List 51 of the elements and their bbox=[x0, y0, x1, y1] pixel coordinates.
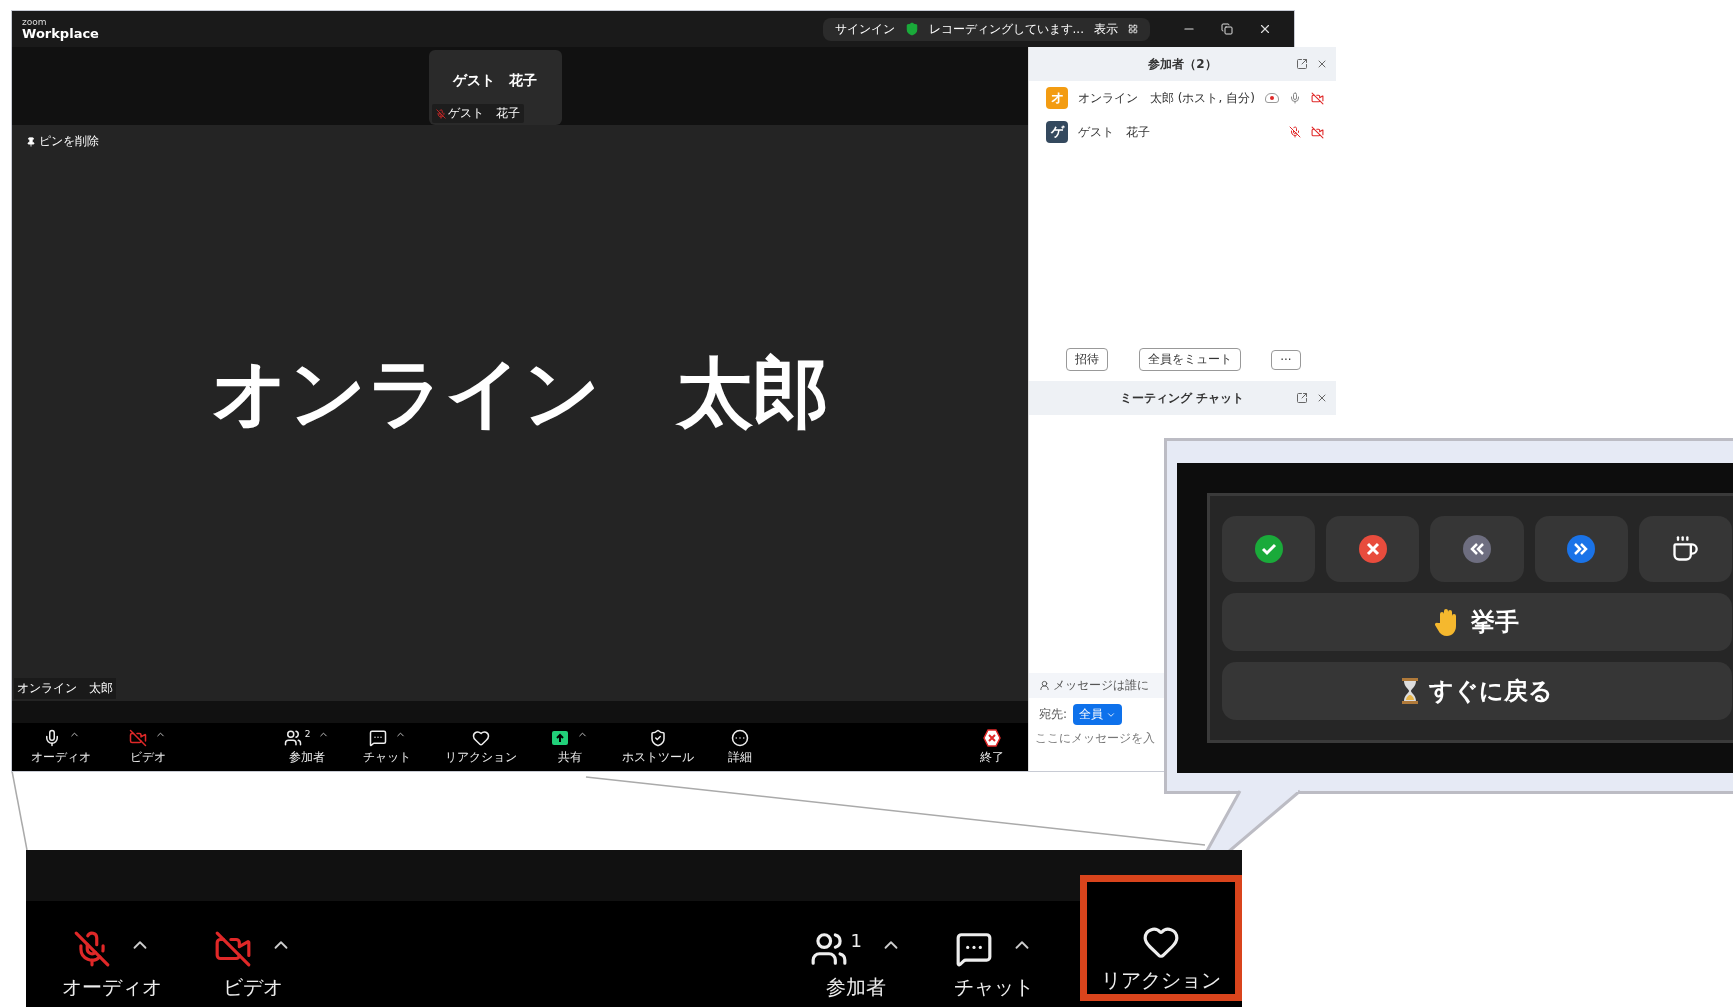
person-icon bbox=[1039, 680, 1050, 691]
shield-icon bbox=[904, 22, 919, 36]
people-icon bbox=[283, 728, 302, 747]
share-screen-icon bbox=[551, 728, 570, 747]
be-right-back-button[interactable]: すぐに戻る bbox=[1222, 662, 1732, 720]
logo-text: zoom bbox=[22, 18, 48, 27]
shield-icon bbox=[649, 728, 668, 747]
participant-row[interactable]: オ オンライン 太郎 (ホスト, 自分) bbox=[1029, 81, 1336, 115]
panel-button[interactable]: 全員をミュート bbox=[1138, 348, 1241, 371]
unpin-button[interactable]: ピンを削除 bbox=[26, 133, 99, 150]
chat-icon bbox=[955, 930, 993, 968]
view-button[interactable]: 表示 bbox=[1094, 20, 1118, 38]
reaction-button[interactable] bbox=[1326, 516, 1420, 582]
pin-icon bbox=[26, 136, 36, 147]
raise-hand-button[interactable]: 挙手 bbox=[1222, 593, 1732, 651]
heart-icon bbox=[472, 728, 491, 747]
close-icon bbox=[1258, 22, 1272, 36]
end-meeting-icon bbox=[983, 728, 1001, 747]
check-icon bbox=[1253, 534, 1284, 564]
recipient-dropdown[interactable]: 全員 bbox=[1073, 704, 1123, 725]
avatar: オ bbox=[1046, 87, 1068, 109]
recipient-label: 宛先: bbox=[1039, 706, 1068, 723]
logo-text: Workplace bbox=[22, 27, 99, 40]
name-tag-text: ゲスト 花子 bbox=[447, 105, 520, 122]
reaction-button[interactable] bbox=[1638, 516, 1732, 582]
pop-out-button[interactable] bbox=[1295, 58, 1308, 70]
cross-icon bbox=[1357, 534, 1388, 564]
panel-button[interactable]: 招待 bbox=[1066, 348, 1109, 371]
sign-in-link[interactable]: サインイン bbox=[834, 20, 895, 38]
participant-row[interactable]: ゲ ゲスト 花子 bbox=[1029, 115, 1336, 149]
grid-icon bbox=[1128, 24, 1138, 34]
more-icon bbox=[731, 728, 750, 747]
avatar: ゲ bbox=[1046, 121, 1068, 143]
participant-name: ゲスト 花子 bbox=[1078, 123, 1151, 141]
name-tag: オンライン 太郎 bbox=[14, 678, 116, 699]
speaker-name: オンライン 太郎 bbox=[210, 346, 830, 439]
chat-icon bbox=[369, 728, 387, 747]
panel-button[interactable]: ··· bbox=[1271, 349, 1301, 370]
reaction-button[interactable] bbox=[1222, 516, 1316, 582]
people-icon bbox=[809, 930, 848, 968]
notice-text: メッセージは誰に bbox=[1053, 677, 1149, 694]
toolbar-button[interactable]: リアクション bbox=[1080, 875, 1242, 1001]
panel-title: ミーティング チャット bbox=[1120, 389, 1245, 407]
pop-out-button[interactable] bbox=[1295, 392, 1308, 404]
message-input[interactable]: ここにメッセージを入 bbox=[1035, 731, 1159, 745]
restore-icon bbox=[1221, 23, 1233, 35]
participant-name: オンライン 太郎 (ホスト, 自分) bbox=[1078, 89, 1255, 107]
hourglass-icon bbox=[1401, 678, 1419, 704]
thumbnail-name: ゲスト 花子 bbox=[453, 72, 537, 90]
panel-title: 参加者（2） bbox=[1148, 55, 1217, 73]
recording-status: レコーディングしています... bbox=[928, 20, 1084, 38]
